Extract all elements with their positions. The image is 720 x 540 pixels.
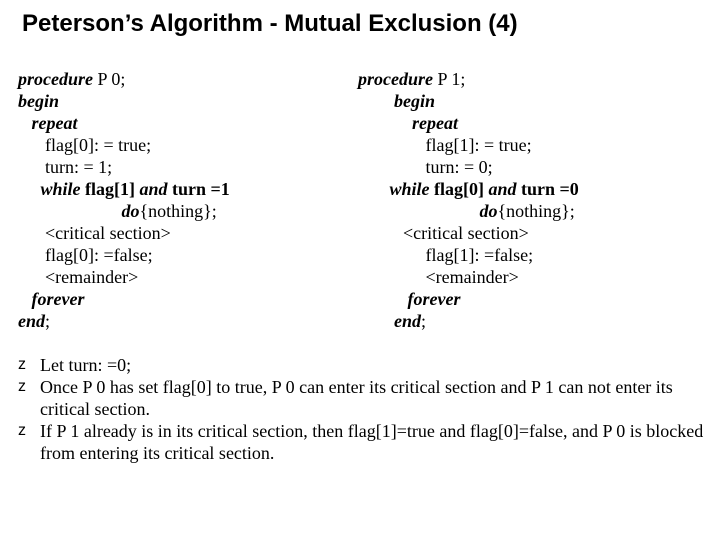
bullet-text-3: If P 1 already is in its critical sectio… xyxy=(40,420,706,464)
end-semicolon: ; xyxy=(421,311,426,331)
kw-repeat: repeat xyxy=(412,113,458,133)
kw-and: and xyxy=(140,179,168,199)
stmt-critical-section: <critical section> xyxy=(45,223,171,243)
proc-name-p1: P 1; xyxy=(433,69,465,89)
kw-begin: begin xyxy=(18,91,59,111)
procedure-p0: procedure P 0; begin repeat flag[0]: = t… xyxy=(18,46,318,332)
bullet-item-3: z If P 1 already is in its critical sect… xyxy=(18,420,706,464)
stmt-remainder: <remainder> xyxy=(426,267,519,287)
cond-turn-1: turn =1 xyxy=(168,179,230,199)
cond-flag1: flag[1] xyxy=(81,179,140,199)
stmt-remainder: <remainder> xyxy=(45,267,138,287)
stmt-flag1-false: flag[1]: =false; xyxy=(426,245,534,265)
kw-while: while xyxy=(390,179,430,199)
code-columns: procedure P 0; begin repeat flag[0]: = t… xyxy=(14,46,706,332)
kw-while: while xyxy=(41,179,81,199)
kw-do: do xyxy=(480,201,498,221)
kw-and: and xyxy=(489,179,517,199)
bullet-text-2: Once P 0 has set flag[0] to true, P 0 ca… xyxy=(40,376,706,420)
bullet-item-1: z Let turn: =0; xyxy=(18,354,706,376)
stmt-nothing: {nothing}; xyxy=(498,201,575,221)
stmt-flag1-true: flag[1]: = true; xyxy=(426,134,532,156)
kw-forever: forever xyxy=(408,289,461,309)
procedure-p1: procedure P 1; begin repeat flag[1]: = t… xyxy=(358,46,678,332)
kw-do: do xyxy=(122,201,140,221)
stmt-turn-0: turn: = 0; xyxy=(426,157,493,177)
slide-title: Peterson’s Algorithm - Mutual Exclusion … xyxy=(22,10,706,38)
stmt-nothing: {nothing}; xyxy=(140,201,217,221)
proc-name-p0: P 0; xyxy=(93,69,125,89)
bullet-mark-icon: z xyxy=(18,354,40,376)
stmt-turn-1: turn: = 1; xyxy=(45,157,112,177)
stmt-flag0-true: flag[0]: = true; xyxy=(45,134,151,156)
kw-end: end xyxy=(18,311,45,331)
kw-begin: begin xyxy=(394,91,435,111)
bullet-mark-icon: z xyxy=(18,420,40,442)
end-semicolon: ; xyxy=(45,311,50,331)
kw-procedure: procedure xyxy=(18,69,93,89)
bullet-text-1: Let turn: =0; xyxy=(40,354,706,376)
bullet-list: z Let turn: =0; z Once P 0 has set flag[… xyxy=(18,354,706,464)
stmt-flag0-false: flag[0]: =false; xyxy=(45,245,153,265)
kw-procedure: procedure xyxy=(358,69,433,89)
cond-flag0: flag[0] xyxy=(430,179,489,199)
kw-forever: forever xyxy=(32,289,85,309)
kw-repeat: repeat xyxy=(32,113,78,133)
bullet-mark-icon: z xyxy=(18,376,40,398)
kw-end: end xyxy=(394,311,421,331)
stmt-critical-section: <critical section> xyxy=(403,223,529,243)
bullet-item-2: z Once P 0 has set flag[0] to true, P 0 … xyxy=(18,376,706,420)
cond-turn-0: turn =0 xyxy=(517,179,579,199)
